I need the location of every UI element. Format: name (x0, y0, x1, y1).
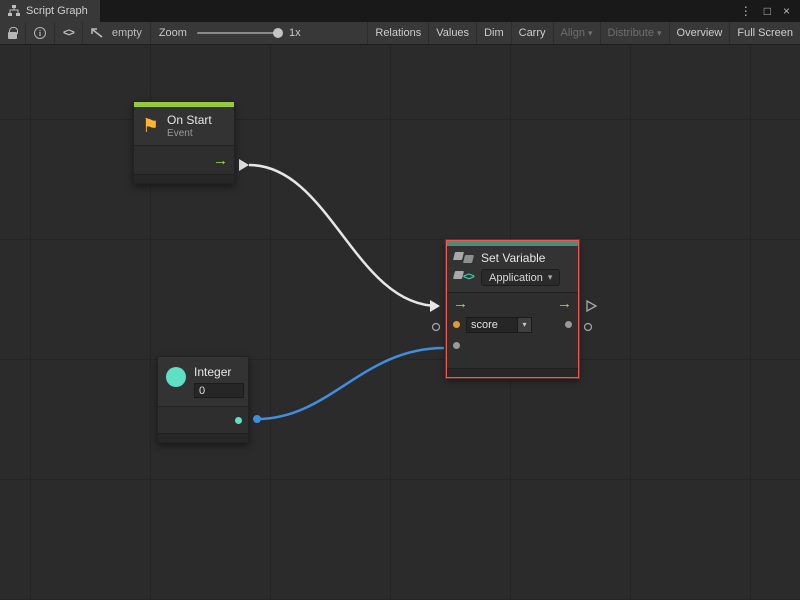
node-on-start[interactable]: ⚑ On Start Event → (133, 101, 235, 184)
overview-button[interactable]: Overview (669, 22, 730, 44)
integer-value-input[interactable] (194, 383, 244, 398)
relations-button[interactable]: Relations (367, 22, 428, 44)
flow-output-arrow-icon[interactable]: → (213, 153, 228, 168)
zoom-value: 1x (289, 27, 301, 39)
carry-button[interactable]: Carry (511, 22, 553, 44)
empty-label: empty (112, 27, 142, 39)
wire-onstart-to-setvariable[interactable] (249, 165, 438, 306)
close-icon[interactable]: × (783, 4, 790, 18)
node-integer[interactable]: Integer (157, 356, 249, 443)
maximize-icon[interactable]: □ (764, 4, 771, 18)
chevron-down-icon: ▾ (657, 29, 662, 38)
distribute-button: Distribute ▾ (600, 22, 669, 44)
node-title: Integer (194, 365, 244, 379)
variable-name-field: ▾ (466, 317, 532, 333)
graph-icon (8, 5, 20, 17)
align-button: Align ▾ (553, 22, 600, 44)
zoom-slider[interactable] (197, 32, 279, 34)
code-preview-button[interactable]: <> (55, 22, 83, 44)
variable-scope-icon: <> (454, 271, 474, 284)
tab-script-graph[interactable]: Script Graph (0, 0, 101, 22)
fullscreen-button[interactable]: Full Screen (729, 22, 800, 44)
setvariable-body: → → ▾ (447, 293, 578, 368)
toolbar-spacer (309, 22, 368, 44)
node-title: On Start (167, 113, 212, 127)
window-controls: ⋮ □ × (740, 0, 800, 22)
code-icon: <> (463, 271, 474, 283)
graph-breadcrumb: empty (83, 22, 151, 44)
variables-icon (454, 252, 474, 265)
lock-icon (8, 32, 17, 39)
node-title: Set Variable (481, 251, 545, 265)
wire-integer-to-setvariable[interactable] (257, 348, 444, 419)
onstart-header: ⚑ On Start Event (134, 107, 234, 145)
zoom-control: Zoom 1x (151, 22, 309, 44)
variable-name-dropdown[interactable]: ▾ (518, 317, 532, 333)
chevron-down-icon: ▾ (588, 29, 593, 38)
variable-name-row: ▾ (447, 314, 578, 335)
zoom-label: Zoom (159, 27, 187, 39)
empty-connection-icon (91, 28, 104, 39)
variable-name-input[interactable] (466, 317, 518, 333)
integer-output-row (158, 407, 248, 433)
flow-input-arrow-icon[interactable]: → (453, 296, 468, 311)
info-button[interactable]: i (26, 22, 55, 44)
setvariable-name-input-port[interactable] (433, 324, 440, 331)
onstart-flow-row: → (134, 146, 234, 174)
setvariable-header: Set Variable <> Application ▾ (447, 246, 578, 292)
chevron-down-icon: ▾ (548, 273, 553, 282)
integer-output-port[interactable] (235, 417, 242, 424)
node-footer (158, 433, 248, 442)
flow-row: → → (447, 293, 578, 314)
menu-icon[interactable]: ⋮ (740, 4, 752, 18)
setvariable-flow-output-port[interactable] (587, 301, 596, 311)
dim-button[interactable]: Dim (476, 22, 511, 44)
node-footer (134, 174, 234, 183)
value-input-port[interactable] (453, 342, 460, 349)
name-input-port[interactable] (453, 321, 460, 328)
wire-layer (0, 45, 800, 600)
zoom-slider-knob[interactable] (273, 28, 283, 38)
flag-icon: ⚑ (142, 117, 159, 136)
flow-output-arrow-icon[interactable]: → (557, 296, 572, 311)
lock-button[interactable] (0, 22, 26, 44)
integer-header: Integer (158, 357, 248, 406)
scope-dropdown[interactable]: Application ▾ (481, 269, 560, 286)
node-set-variable[interactable]: Set Variable <> Application ▾ → (446, 240, 579, 378)
code-icon: <> (63, 27, 74, 39)
chevron-down-icon: ▾ (522, 320, 526, 329)
tab-title: Script Graph (26, 5, 88, 17)
value-input-row (447, 335, 578, 356)
integer-type-icon (166, 367, 186, 387)
script-graph-window: Script Graph ⋮ □ × i <> empty Zoom (0, 0, 800, 600)
node-subtitle: Event (167, 128, 212, 139)
onstart-output-port[interactable] (239, 159, 249, 171)
graph-canvas[interactable]: ⚑ On Start Event → Set Variable (0, 45, 800, 600)
info-icon: i (34, 27, 46, 39)
graph-toolbar: i <> empty Zoom 1x Relations Values Dim … (0, 22, 800, 45)
node-footer (447, 368, 578, 377)
titlebar: Script Graph ⋮ □ × (0, 0, 800, 22)
values-button[interactable]: Values (428, 22, 476, 44)
value-output-port[interactable] (565, 321, 572, 328)
setvariable-value-output-port[interactable] (585, 324, 592, 331)
